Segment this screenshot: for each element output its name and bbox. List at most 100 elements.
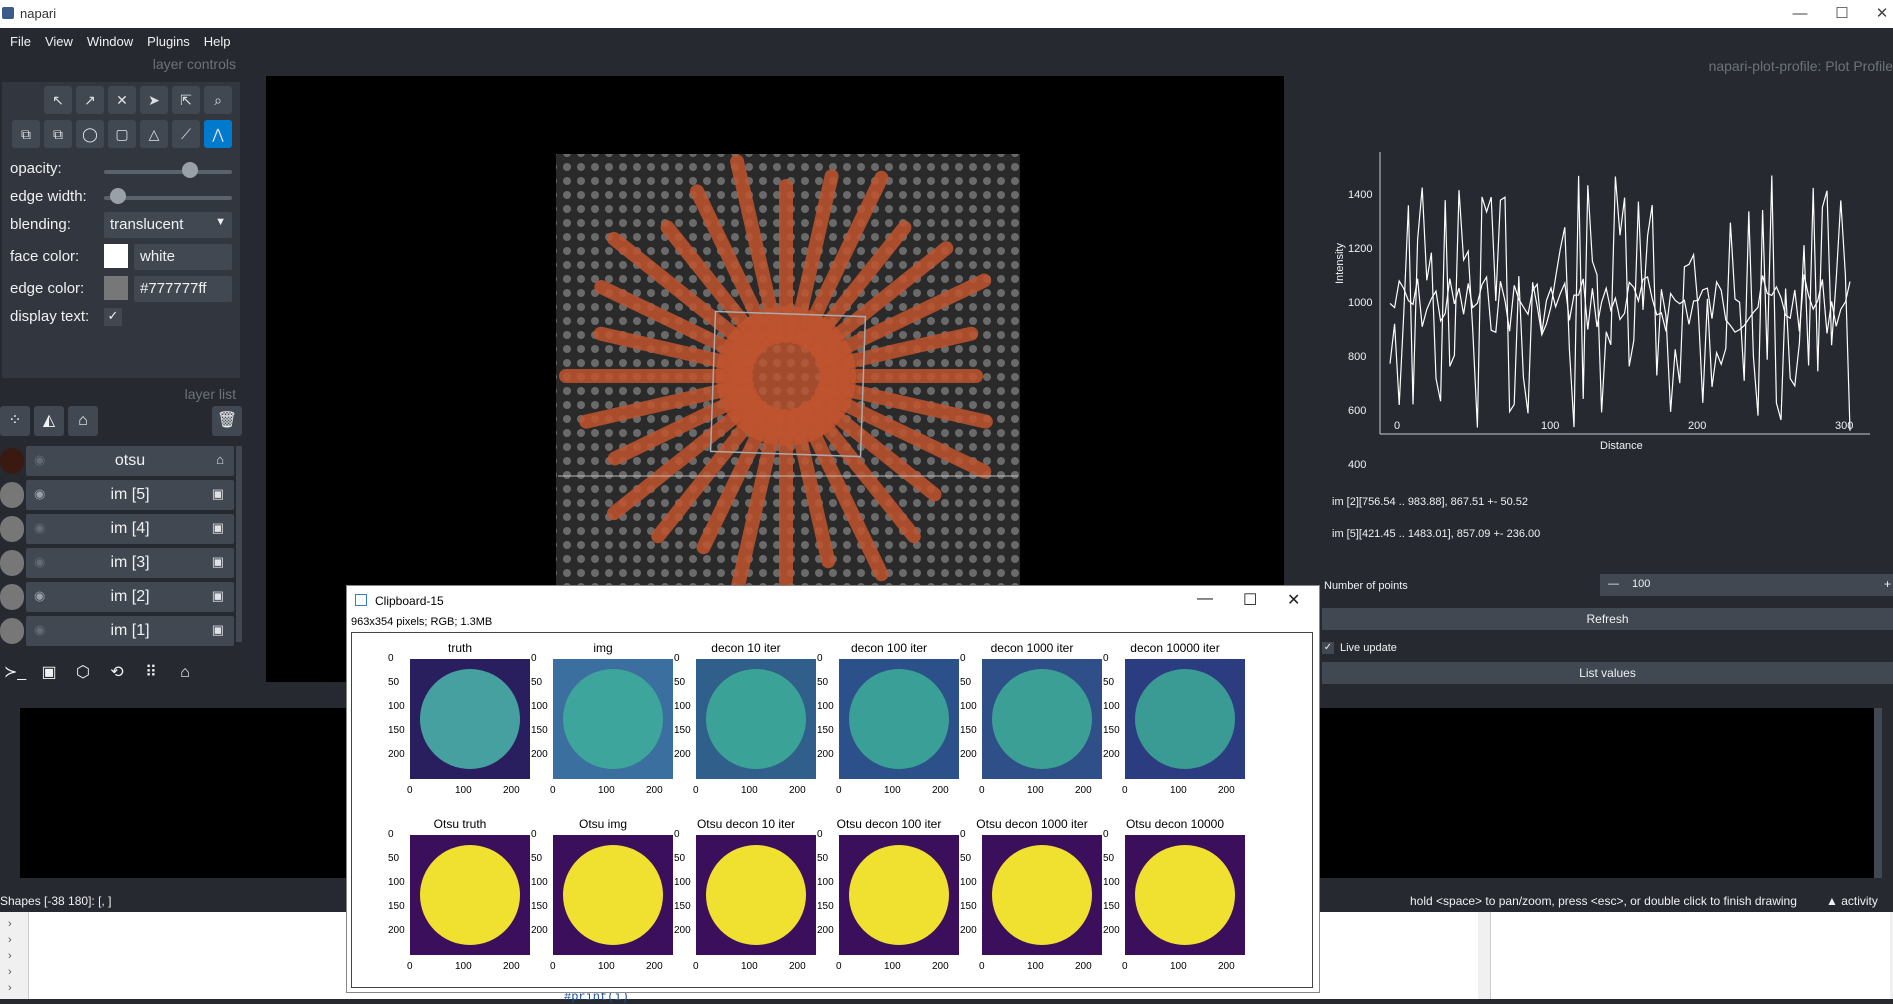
roll-dims-icon[interactable]: ⬡ <box>68 658 98 688</box>
display-text-checkbox[interactable]: ✓ <box>104 308 122 326</box>
subplot-ytick: 0 <box>674 829 680 840</box>
edge-color-input[interactable]: #777777ff <box>134 276 232 302</box>
move-back-icon[interactable]: ⧉ <box>12 120 40 148</box>
line-icon[interactable]: ⟋ <box>172 120 200 148</box>
new-points-icon[interactable]: ⁘ <box>0 406 30 436</box>
face-color-input[interactable]: white <box>134 244 232 270</box>
select-shape-icon[interactable]: ➤ <box>140 86 168 114</box>
subplot-ytick: 150 <box>817 901 834 912</box>
edge-color-swatch[interactable] <box>104 276 128 300</box>
console-scrollbar[interactable] <box>1874 708 1882 878</box>
transpose-icon[interactable]: ⟲ <box>102 658 132 688</box>
subplot-xtick: 200 <box>646 785 663 796</box>
subplot-ytick: 0 <box>960 829 966 840</box>
subplot-xtick: 200 <box>932 961 949 972</box>
polygon-icon[interactable]: △ <box>140 120 168 148</box>
ndisplay-icon[interactable]: ▣ <box>34 658 64 688</box>
delete-shape-icon[interactable]: ✕ <box>108 86 136 114</box>
plot-ytick: 1200 <box>1348 243 1373 255</box>
subplot-ytick: 100 <box>817 877 834 888</box>
subplot-title: Otsu decon 1000 iter <box>976 817 1088 831</box>
edge-width-slider-handle[interactable] <box>109 188 126 204</box>
layer-name: im [5] <box>110 486 150 503</box>
layer-item[interactable]: ◉ im [1] ▣ <box>0 616 234 646</box>
menu-view[interactable]: View <box>41 28 77 55</box>
blending-dropdown[interactable]: translucent ▼ <box>104 212 232 238</box>
face-color-swatch[interactable] <box>104 244 128 268</box>
move-front-icon[interactable]: ⧉ <box>44 120 72 148</box>
clipboard-app-icon <box>355 594 367 606</box>
remove-vertex-icon[interactable]: ↖ <box>44 86 72 114</box>
plot-profile-panel: napari-plot-profile: Plot Profile Intens… <box>1300 54 1893 684</box>
layer-item[interactable]: ◉ im [2] ▣ <box>0 582 234 612</box>
subplot-ytick: 200 <box>817 925 834 936</box>
plot-ytick: 1400 <box>1348 189 1373 201</box>
grid-icon[interactable]: ⠿ <box>136 658 166 688</box>
refresh-button[interactable]: Refresh <box>1322 608 1893 630</box>
layer-item[interactable]: ◉ im [4] ▣ <box>0 514 234 544</box>
layer-list-scrollbar[interactable] <box>236 446 242 642</box>
num-points-label: Number of points <box>1324 580 1408 592</box>
subplot-ytick: 200 <box>960 925 977 936</box>
layer-item[interactable]: ◉ im [5] ▣ <box>0 480 234 510</box>
opacity-slider[interactable] <box>104 170 232 174</box>
layer-item[interactable]: ◉ im [3] ▣ <box>0 548 234 578</box>
subplot-xtick: 0 <box>979 961 985 972</box>
subplot-title: Otsu decon 10000 <box>1125 817 1225 831</box>
clipboard-close-icon[interactable]: ✕ <box>1287 590 1300 610</box>
layer-thumbnail <box>0 550 24 576</box>
new-labels-icon[interactable]: ⌂ <box>68 406 98 436</box>
blending-label: blending: <box>10 216 71 233</box>
trash-icon[interactable]: 🗑 <box>212 406 242 436</box>
layer-list-header: layer list <box>184 386 236 402</box>
menu-window[interactable]: Window <box>83 28 137 55</box>
subplot-ytick: 50 <box>531 677 543 688</box>
path-icon[interactable]: ⋀ <box>204 120 232 148</box>
opacity-slider-handle[interactable] <box>182 162 199 178</box>
subplot-ytick: 200 <box>674 925 691 936</box>
close-icon[interactable]: ✕ <box>1862 3 1893 25</box>
subplot-xtick: 0 <box>1122 785 1128 796</box>
menu-help[interactable]: Help <box>200 28 235 55</box>
layer-name: otsu <box>114 452 146 469</box>
clipboard-maximize-icon[interactable]: ☐ <box>1243 590 1257 610</box>
subplot-ytick: 100 <box>388 877 405 888</box>
home-icon[interactable]: ⌂ <box>170 658 200 688</box>
clipboard-info: 963x354 pixels; RGB; 1.3MB <box>351 616 493 628</box>
blending-value: translucent <box>110 216 184 233</box>
zoom-icon[interactable]: ⌕ <box>204 86 232 114</box>
layer-controls-header: layer controls <box>152 56 236 72</box>
subplot-ytick: 50 <box>531 853 543 864</box>
console-icon[interactable]: ≻_ <box>0 658 30 688</box>
subplot-xtick: 100 <box>1170 961 1187 972</box>
minus-icon[interactable]: — <box>1608 578 1619 590</box>
menu-file[interactable]: File <box>6 28 35 55</box>
plus-icon[interactable]: + <box>1884 577 1891 591</box>
subplot-ytick: 0 <box>388 829 394 840</box>
subplot-xtick: 0 <box>407 961 413 972</box>
subplot-ytick: 50 <box>1103 677 1115 688</box>
live-update-checkbox[interactable]: ✓ <box>1322 642 1334 654</box>
subplot-ytick: 150 <box>960 725 977 736</box>
num-points-spinbox[interactable]: — 100 + <box>1600 574 1893 596</box>
direct-select-icon[interactable]: ⇱ <box>172 86 200 114</box>
layer-thumbnail <box>0 516 24 542</box>
maximize-icon[interactable]: ☐ <box>1822 3 1862 25</box>
clipboard-minimize-icon[interactable]: — <box>1197 590 1213 608</box>
add-vertex-icon[interactable]: ↗ <box>76 86 104 114</box>
minimize-icon[interactable]: — <box>1780 3 1820 25</box>
list-values-button[interactable]: List values <box>1322 662 1893 684</box>
subplot-ytick: 100 <box>531 701 548 712</box>
subplot-image <box>1125 659 1245 779</box>
subplot-xtick: 100 <box>455 785 472 796</box>
layer-item[interactable]: ◉ otsu ⌂ <box>0 446 234 476</box>
new-shapes-icon[interactable]: ◭ <box>34 406 64 436</box>
subplot-image <box>553 659 673 779</box>
subplot-xtick: 200 <box>789 961 806 972</box>
activity-button[interactable]: ▲ activity <box>1826 894 1878 908</box>
status-coordinates: Shapes [-38 180]: [, ] <box>0 894 112 908</box>
menu-plugins[interactable]: Plugins <box>143 28 194 55</box>
subplot-image <box>1125 835 1245 955</box>
rectangle-icon[interactable]: ▢ <box>108 120 136 148</box>
ellipse-icon[interactable]: ◯ <box>76 120 104 148</box>
